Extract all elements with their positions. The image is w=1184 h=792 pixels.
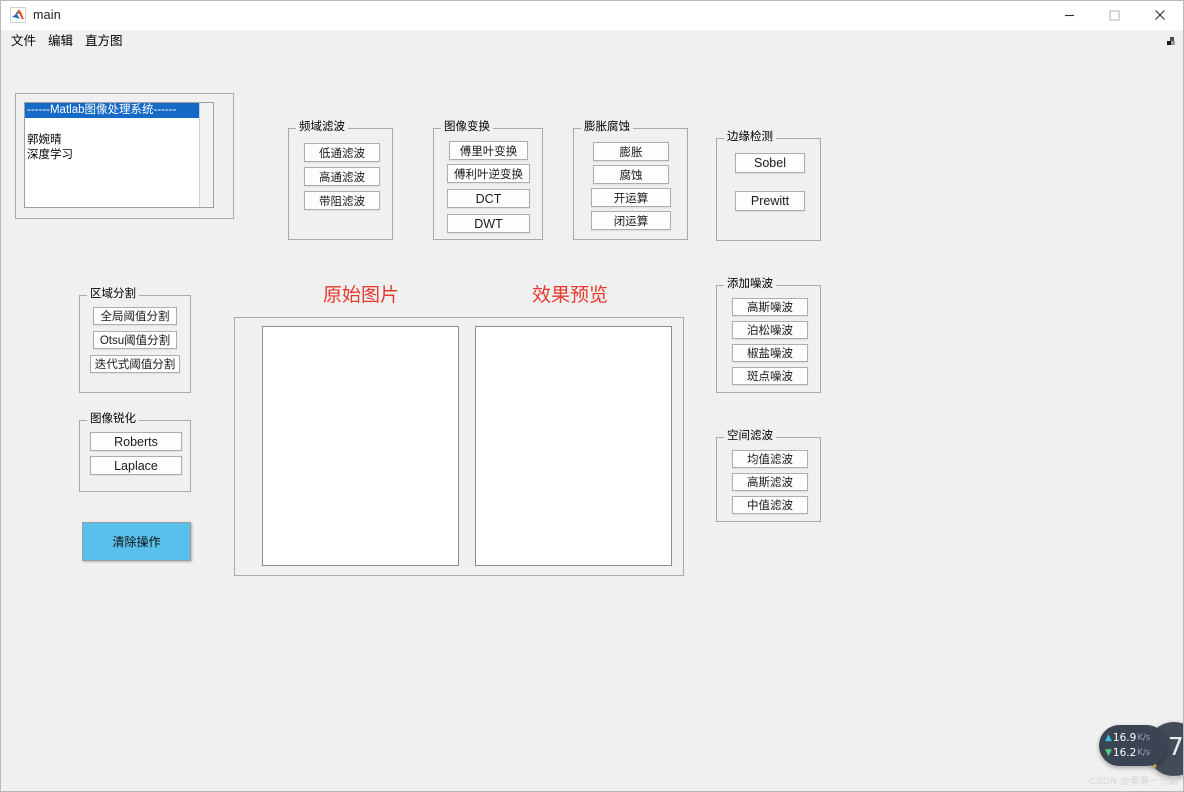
panel-title: 边缘检测 [724,131,776,143]
upload-speed-row: ▲ 16.9 K/s [1105,731,1167,746]
window-controls [1047,1,1183,29]
erode-button[interactable]: 腐蚀 [593,165,669,184]
result-preview-axes[interactable] [475,326,672,566]
dwt-button[interactable]: DWT [447,214,530,233]
salt-pepper-noise-button[interactable]: 椒盐噪波 [732,344,808,362]
download-arrow-icon: ▼ [1105,748,1112,758]
upload-speed-unit: K/s [1137,733,1151,743]
laplace-button[interactable]: Laplace [90,456,182,475]
panel-add-noise: 添加噪波 高斯噪波 泊松噪波 椒盐噪波 斑点噪波 [716,278,821,393]
panel-title: 频域滤波 [296,121,348,133]
iterative-threshold-button[interactable]: 迭代式阈值分割 [90,355,180,373]
menu-bar: 文件 编辑 直方图 [1,30,1183,52]
panel-title: 图像变换 [441,121,493,133]
gaussian-noise-button[interactable]: 高斯噪波 [732,298,808,316]
otsu-threshold-button[interactable]: Otsu阈值分割 [93,331,177,349]
panel-title: 图像锐化 [87,413,139,425]
close-button[interactable] [1137,1,1183,29]
panel-title: 区域分割 [87,288,139,300]
panel-edge-detect: 边缘检测 Sobel Prewitt [716,131,821,241]
speed-pill[interactable]: ▲ 16.9 K/s ▼ 16.2 K/s [1099,725,1167,766]
list-item[interactable] [25,118,199,133]
watermark: CSDN @秦寒一只蘑 [1088,776,1179,787]
panel-freq-filter: 频域滤波 低通滤波 高通滤波 带阻滤波 [288,121,393,240]
panel-image-transform: 图像变换 傅里叶变换 傅利叶逆变换 DCT DWT [433,121,543,240]
menu-item-edit[interactable]: 编辑 [43,31,78,52]
fourier-transform-button[interactable]: 傅里叶变换 [449,141,528,160]
matlab-icon [10,7,26,23]
network-speed-widget[interactable]: 67 ▲ 16.9 K/s ▼ 16.2 K/s [1099,722,1183,776]
list-item[interactable]: 深度学习 [25,148,199,163]
title-bar: main [1,1,1183,30]
bandstop-filter-button[interactable]: 带阻滤波 [304,191,380,210]
upload-speed-value: 16.9 [1112,732,1137,744]
download-speed-value: 16.2 [1112,747,1137,759]
panel-title: 空间滤波 [724,430,776,442]
upload-arrow-icon: ▲ [1105,733,1112,743]
prewitt-button[interactable]: Prewitt [735,191,805,211]
gaussian-filter-button[interactable]: 高斯滤波 [732,473,808,491]
median-filter-button[interactable]: 中值滤波 [732,496,808,514]
resize-grip-icon[interactable] [1164,34,1177,47]
main-window: main 文件 编辑 直方图 ------Matlab图像处理系统------ … [0,0,1184,792]
list-item[interactable]: ------Matlab图像处理系统------ [25,103,199,118]
download-speed-row: ▼ 16.2 K/s [1105,746,1167,761]
info-listbox-panel: ------Matlab图像处理系统------ 郭婉晴 深度学习 [15,93,234,219]
inverse-fourier-transform-button[interactable]: 傅利叶逆变换 [447,164,530,183]
result-preview-label: 效果预览 [532,284,609,306]
original-image-label: 原始图片 [323,284,400,306]
poisson-noise-button[interactable]: 泊松噪波 [732,321,808,339]
listbox-scrollbar[interactable] [199,103,213,207]
panel-title: 膨胀腐蚀 [581,121,633,133]
dct-button[interactable]: DCT [447,189,530,208]
clear-operation-button[interactable]: 清除操作 [82,522,191,561]
dilate-button[interactable]: 膨胀 [593,142,669,161]
opening-button[interactable]: 开运算 [591,188,671,207]
info-listbox[interactable]: ------Matlab图像处理系统------ 郭婉晴 深度学习 [24,102,214,208]
list-item[interactable]: 郭婉晴 [25,133,199,148]
highpass-filter-button[interactable]: 高通滤波 [304,167,380,186]
global-threshold-button[interactable]: 全局阈值分割 [93,307,177,325]
menu-item-file[interactable]: 文件 [6,31,41,52]
lowpass-filter-button[interactable]: 低通滤波 [304,143,380,162]
panel-dilate-erode: 膨胀腐蚀 膨胀 腐蚀 开运算 闭运算 [573,121,688,240]
panel-region-segment: 区域分割 全局阈值分割 Otsu阈值分割 迭代式阈值分割 [79,288,191,393]
maximize-button[interactable] [1092,1,1137,29]
roberts-button[interactable]: Roberts [90,432,182,451]
download-speed-unit: K/s [1137,748,1151,758]
listbox-items: ------Matlab图像处理系统------ 郭婉晴 深度学习 [25,103,199,207]
original-image-axes[interactable] [262,326,459,566]
panel-spatial-filter: 空间滤波 均值滤波 高斯滤波 中值滤波 [716,430,821,522]
panel-title: 添加噪波 [724,278,776,290]
preview-container [234,317,684,576]
sobel-button[interactable]: Sobel [735,153,805,173]
client-area: ------Matlab图像处理系统------ 郭婉晴 深度学习 频域滤波 低… [1,52,1183,791]
window-title: main [33,8,61,22]
minimize-button[interactable] [1047,1,1092,29]
menu-item-histogram[interactable]: 直方图 [80,31,128,52]
mean-filter-button[interactable]: 均值滤波 [732,450,808,468]
closing-button[interactable]: 闭运算 [591,211,671,230]
speckle-noise-button[interactable]: 斑点噪波 [732,367,808,385]
panel-image-sharpen: 图像锐化 Roberts Laplace [79,413,191,492]
